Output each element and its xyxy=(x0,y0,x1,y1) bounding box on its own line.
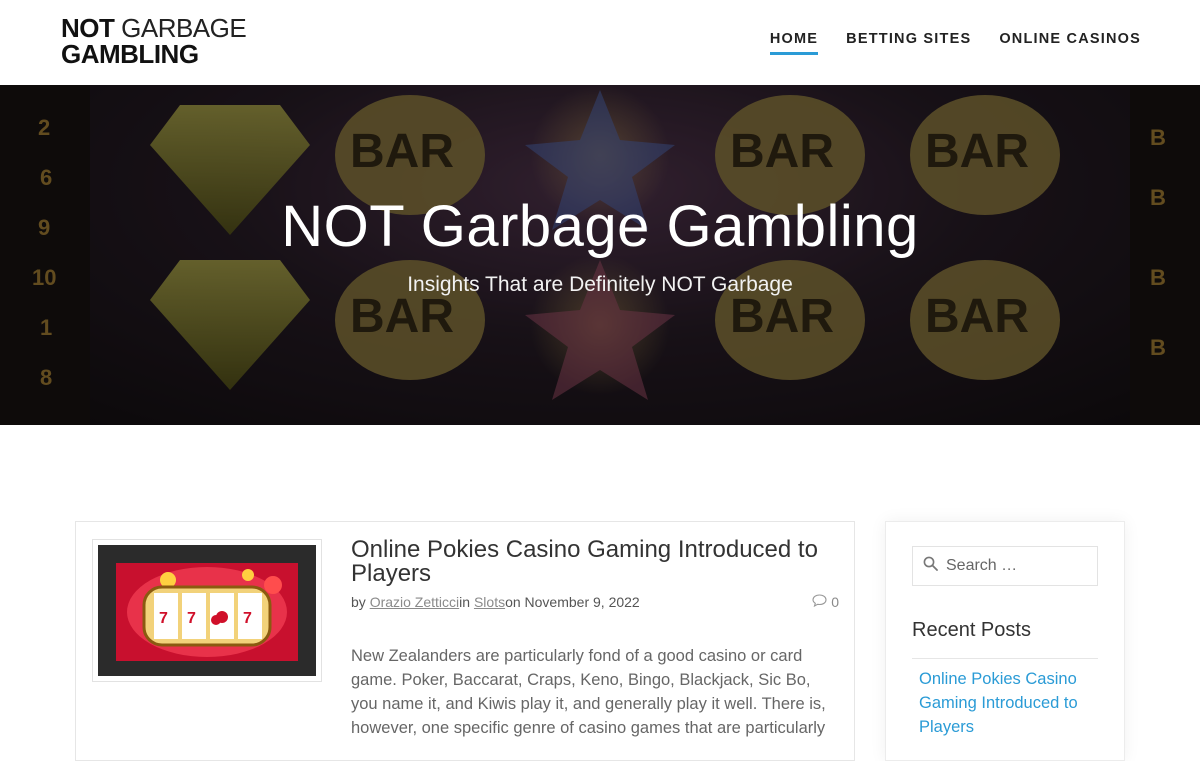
post-meta: by Orazio Zetticci in Slots on November … xyxy=(351,594,839,610)
main-nav: HOME BETTING SITES ONLINE CASINOS xyxy=(769,31,1141,55)
hero-subtitle: Insights That are Definitely NOT Garbage xyxy=(407,273,793,296)
search-input[interactable] xyxy=(946,557,1086,575)
site-header: NOT GARBAGE GAMBLING HOME BETTING SITES … xyxy=(0,0,1200,85)
hero-banner: 269 1018 BARBAR BARBAR BARBAR BBBB xyxy=(0,85,1200,425)
sidebar: Recent Posts Online Pokies Casino Gaming… xyxy=(885,521,1125,761)
comments-count: 0 xyxy=(831,594,839,610)
post-category-link[interactable]: Slots xyxy=(474,594,505,610)
search-form xyxy=(912,546,1098,586)
post-meta-by: by xyxy=(351,594,366,610)
post-excerpt: New Zealanders are particularly fond of … xyxy=(351,647,826,737)
comment-bubble-icon xyxy=(812,594,827,610)
search-icon xyxy=(923,556,938,576)
post-meta-in: in xyxy=(459,594,471,610)
svg-text:7: 7 xyxy=(159,610,168,627)
hero-title: NOT Garbage Gambling xyxy=(281,194,919,259)
recent-post-link[interactable]: Online Pokies Casino Gaming Introduced t… xyxy=(919,667,1099,739)
nav-item-online-casinos[interactable]: ONLINE CASINOS xyxy=(999,31,1141,55)
post-card: 7 7 7 Online Pokies Casino Gaming Introduc… xyxy=(75,521,855,761)
post-thumbnail-link[interactable]: 7 7 7 xyxy=(92,539,322,682)
nav-item-betting-sites[interactable]: BETTING SITES xyxy=(846,31,971,55)
post-author-link[interactable]: Orazio Zetticci xyxy=(370,594,459,610)
site-logo[interactable]: NOT GARBAGE GAMBLING xyxy=(61,15,247,69)
recent-posts-title: Recent Posts xyxy=(912,619,1031,641)
post-title[interactable]: Online Pokies Casino Gaming Introduced t… xyxy=(351,538,846,586)
widget-divider xyxy=(912,658,1098,659)
nav-item-home[interactable]: HOME xyxy=(769,31,819,55)
logo-word-gambling: GAMBLING xyxy=(61,39,199,69)
svg-text:7: 7 xyxy=(243,610,252,627)
svg-text:7: 7 xyxy=(187,610,196,627)
post-date: on November 9, 2022 xyxy=(505,594,640,610)
post-thumbnail-slot-machine-image: 7 7 7 xyxy=(98,545,316,676)
post-comments-link[interactable]: 0 xyxy=(812,594,839,610)
